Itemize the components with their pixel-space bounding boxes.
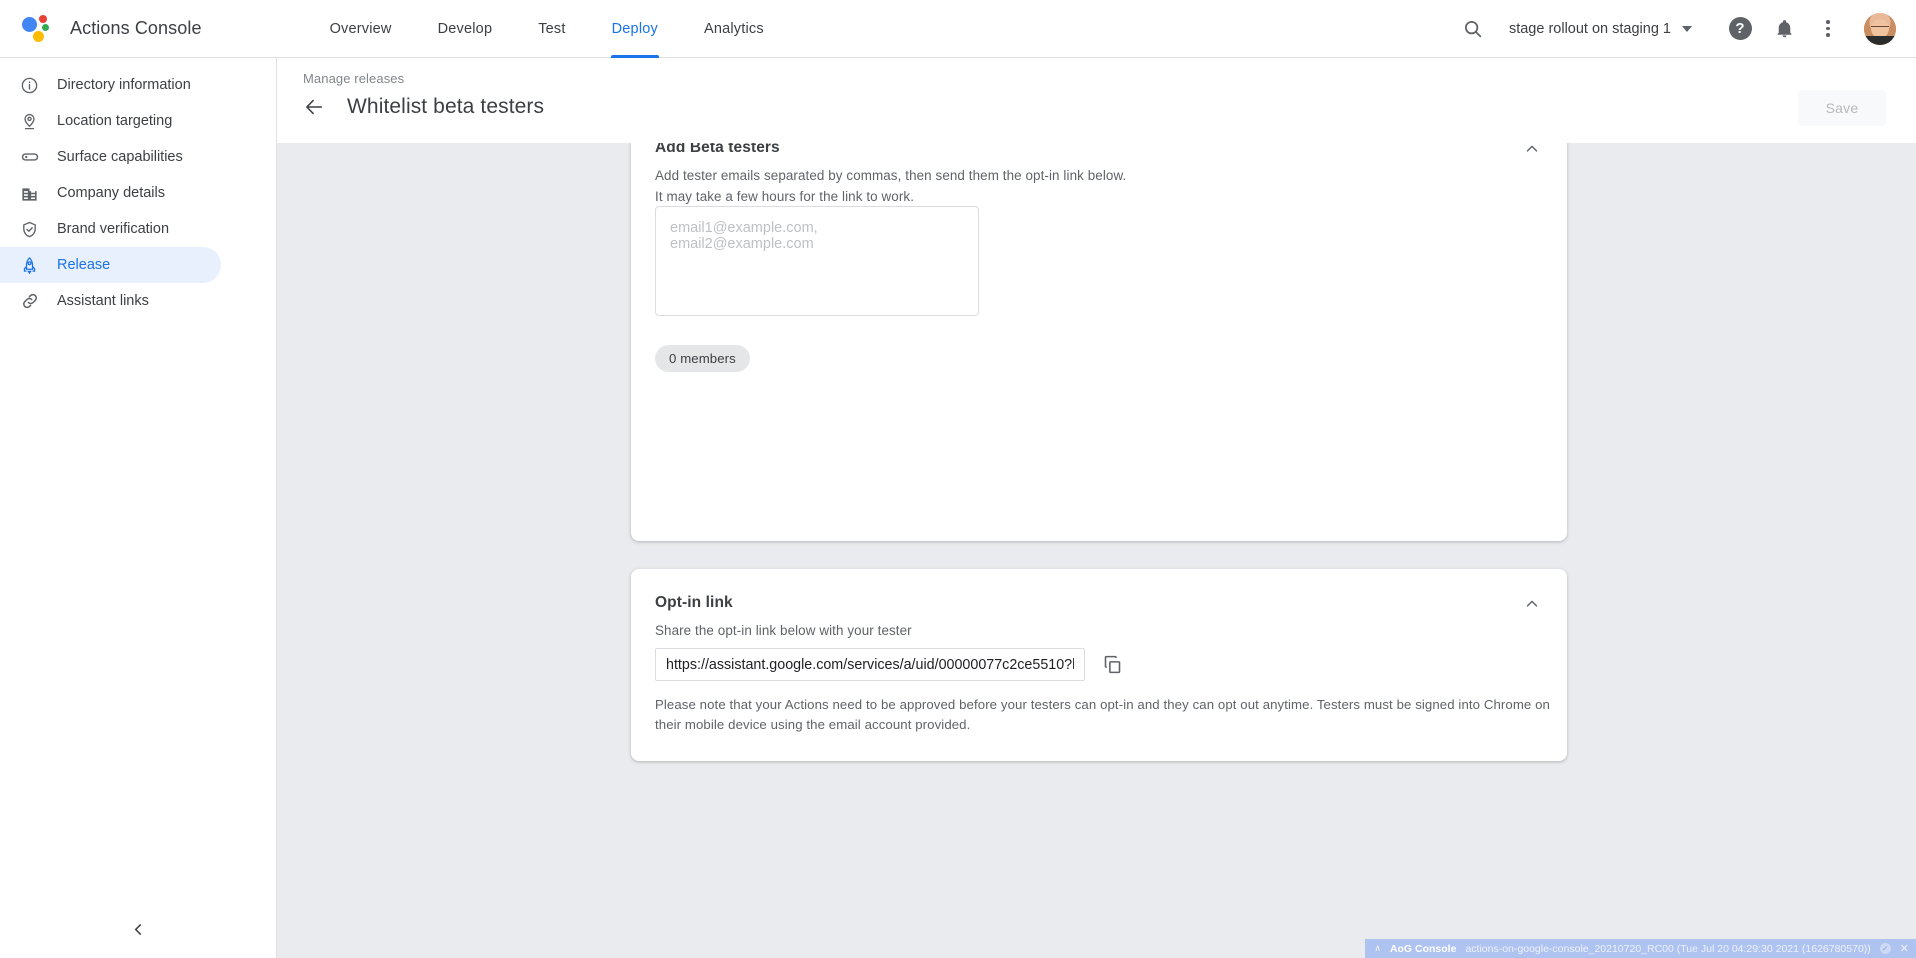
beta-description: Add tester emails separated by commas, t… — [655, 166, 1130, 208]
shield-check-icon — [19, 219, 40, 240]
sidebar-item-release[interactable]: Release — [0, 247, 221, 283]
card-title: Add Beta testers — [655, 143, 780, 157]
left-sidebar: Directory information Location targeting… — [0, 58, 277, 958]
help-icon[interactable]: ? — [1718, 7, 1762, 51]
beta-tester-emails-input[interactable] — [655, 206, 979, 316]
google-assistant-logo-icon — [22, 15, 50, 43]
add-beta-testers-card: Add Beta testers Add tester emails separ… — [631, 143, 1567, 541]
chevron-up-icon[interactable] — [1519, 591, 1545, 617]
sidebar-item-label: Brand verification — [57, 221, 169, 237]
optin-description: Share the opt-in link below with your te… — [655, 621, 1415, 642]
brand-title: Actions Console — [70, 18, 202, 39]
sidebar-item-assistant-links[interactable]: Assistant links — [0, 283, 221, 319]
sidebar-item-label: Company details — [57, 185, 165, 201]
tab-develop[interactable]: Develop — [415, 0, 516, 58]
sidebar-item-label: Assistant links — [57, 293, 149, 309]
save-button[interactable]: Save — [1798, 90, 1886, 126]
sidebar-item-label: Surface capabilities — [57, 149, 183, 165]
close-icon[interactable]: ✕ — [1900, 942, 1909, 955]
sidebar-item-label: Location targeting — [57, 113, 172, 129]
sidebar-item-label: Release — [57, 257, 110, 273]
bell-icon[interactable] — [1762, 7, 1806, 51]
location-pin-icon — [19, 111, 40, 132]
chevron-up-small-icon[interactable]: ∧ — [1374, 943, 1381, 954]
breadcrumb[interactable]: Manage releases — [303, 71, 404, 86]
tab-deploy[interactable]: Deploy — [589, 0, 681, 58]
link-icon — [19, 291, 40, 312]
main-content: Add Beta testers Add tester emails separ… — [277, 143, 1916, 958]
chevron-left-icon — [130, 921, 147, 943]
card-title: Opt-in link — [655, 594, 733, 612]
kebab-menu-icon[interactable] — [1806, 7, 1850, 51]
opt-in-link-input[interactable] — [655, 648, 1085, 681]
building-icon — [19, 183, 40, 204]
app-bar-actions: stage rollout on staging 1 ? — [1451, 7, 1916, 51]
arrow-left-icon[interactable] — [301, 94, 327, 120]
chevron-up-icon[interactable] — [1519, 143, 1545, 162]
brand[interactable]: Actions Console — [0, 15, 202, 43]
status-app-name: AoG Console — [1390, 943, 1457, 955]
opt-in-link-row — [655, 648, 1126, 681]
sidebar-item-company-details[interactable]: Company details — [0, 175, 221, 211]
build-status-bar[interactable]: ∧ AoG Console actions-on-google-console_… — [1365, 939, 1916, 958]
tab-analytics[interactable]: Analytics — [681, 0, 787, 58]
search-icon[interactable] — [1451, 7, 1495, 51]
sidebar-nav-list: Directory information Location targeting… — [0, 58, 276, 319]
opt-in-link-card: Opt-in link Share the opt-in link below … — [631, 569, 1567, 761]
members-count-badge: 0 members — [655, 345, 750, 372]
info-circle-icon — [19, 75, 40, 96]
sidebar-collapse-button[interactable] — [0, 906, 276, 958]
project-selector[interactable]: stage rollout on staging 1 — [1495, 21, 1700, 37]
tab-test[interactable]: Test — [515, 0, 588, 58]
check-circle-icon: ✓ — [1880, 943, 1891, 954]
sidebar-item-label: Directory information — [57, 77, 191, 93]
copy-icon[interactable] — [1098, 651, 1126, 679]
chevron-down-icon — [1682, 26, 1692, 32]
title-row: Whitelist beta testers — [301, 94, 544, 120]
page-header: Manage releases Whitelist beta testers S… — [277, 58, 1916, 143]
top-app-bar: Actions Console Overview Develop Test De… — [0, 0, 1916, 58]
sidebar-item-directory-information[interactable]: Directory information — [0, 67, 221, 103]
project-name: stage rollout on staging 1 — [1509, 21, 1671, 37]
primary-tabs: Overview Develop Test Deploy Analytics — [307, 0, 787, 58]
rocket-icon — [19, 255, 40, 276]
tab-overview[interactable]: Overview — [307, 0, 415, 58]
account-avatar[interactable] — [1864, 13, 1896, 45]
status-build-detail: actions-on-google-console_20210720_RC00 … — [1465, 943, 1870, 955]
sidebar-item-brand-verification[interactable]: Brand verification — [0, 211, 221, 247]
sidebar-item-location-targeting[interactable]: Location targeting — [0, 103, 221, 139]
sidebar-item-surface-capabilities[interactable]: Surface capabilities — [0, 139, 221, 175]
opt-in-note: Please note that your Actions need to be… — [655, 695, 1555, 736]
page-title: Whitelist beta testers — [347, 95, 544, 119]
capsule-icon — [19, 147, 40, 168]
